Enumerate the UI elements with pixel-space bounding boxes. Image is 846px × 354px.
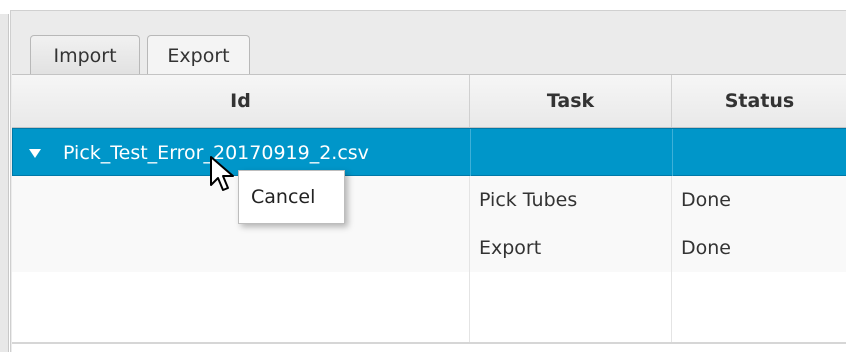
menu-item-cancel-label: Cancel	[251, 186, 316, 208]
tab-bar: Import Export	[11, 11, 846, 76]
cell-task	[470, 272, 672, 342]
cell-status: Done	[672, 224, 846, 272]
table-header: Id Task Status	[12, 75, 846, 128]
cell-id	[12, 272, 470, 342]
app-window: Import Export Id Task Status Pick_Test_E…	[0, 0, 846, 354]
task-tree-table[interactable]: Id Task Status Pick_Test_Error_20170919_…	[12, 74, 846, 354]
table-row-parent[interactable]: Pick_Test_Error_20170919_2.csv	[12, 128, 846, 177]
table-row-empty	[12, 272, 846, 342]
cell-status: Done	[672, 176, 846, 224]
column-header-task[interactable]: Task	[470, 75, 672, 127]
cell-status	[673, 129, 846, 177]
cell-task: Pick Tubes	[470, 176, 672, 224]
cell-id	[12, 224, 470, 272]
cell-task	[471, 129, 673, 177]
tab-export[interactable]: Export	[147, 35, 250, 76]
table-bottom-border	[12, 342, 846, 344]
cell-task: Export	[470, 224, 672, 272]
row-status-text: Done	[681, 237, 731, 259]
tab-export-label: Export	[167, 45, 230, 67]
mouse-pointer-icon	[210, 156, 234, 191]
tab-import-label: Import	[53, 44, 117, 67]
left-splitter[interactable]	[0, 14, 9, 352]
column-header-status[interactable]: Status	[672, 75, 846, 127]
table-row[interactable]: Pick Tubes Done	[12, 176, 846, 224]
row-status-text: Done	[681, 189, 731, 211]
table-row[interactable]: Export Done	[12, 224, 846, 272]
column-header-task-label: Task	[546, 90, 595, 112]
tab-import[interactable]: Import	[30, 35, 140, 75]
row-task-text: Export	[479, 237, 542, 259]
cell-status	[672, 272, 846, 342]
row-task-text: Pick Tubes	[479, 189, 578, 211]
menu-item-cancel[interactable]: Cancel	[239, 171, 344, 223]
column-header-status-label: Status	[724, 90, 795, 112]
tab-pane: Import Export Id Task Status Pick_Test_E…	[10, 10, 846, 354]
top-strip	[0, 0, 846, 10]
context-menu: Cancel	[238, 170, 345, 224]
triangle-down-icon[interactable]	[29, 148, 41, 158]
column-header-id-label: Id	[230, 90, 251, 112]
column-header-id[interactable]: Id	[12, 75, 470, 127]
